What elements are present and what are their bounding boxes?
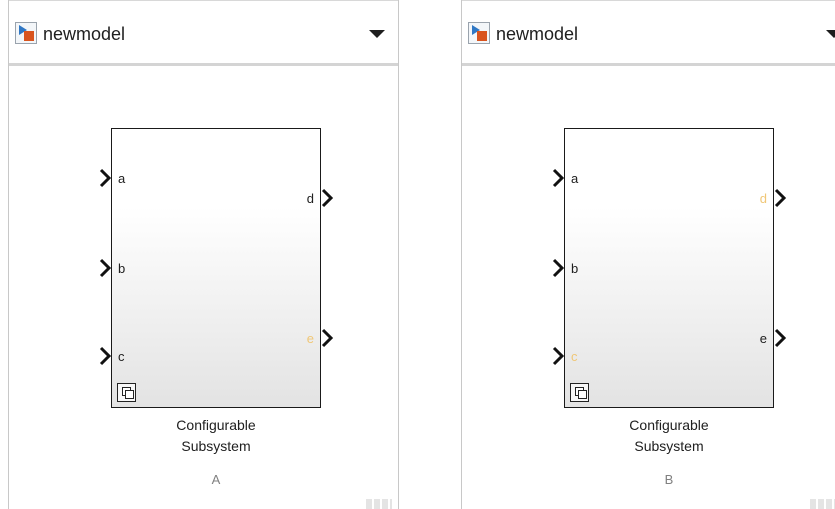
output-port-label: e	[306, 331, 314, 346]
input-port-label: a	[118, 171, 126, 186]
port-arrow-icon[interactable]	[552, 346, 566, 366]
model-breadcrumb-bar: newmodel	[9, 0, 398, 66]
port-arrow-icon[interactable]	[99, 258, 113, 278]
input-port-label: b	[571, 261, 579, 276]
chevron-down-icon[interactable]	[826, 30, 835, 38]
resize-grip-icon[interactable]	[366, 499, 392, 509]
model-icon[interactable]	[15, 22, 37, 44]
port-arrow-icon[interactable]	[552, 258, 566, 278]
model-name[interactable]: newmodel	[496, 24, 578, 44]
configurable-subsystem-block[interactable]: a b c d e	[111, 128, 321, 408]
input-port-label: c	[118, 349, 125, 364]
input-port-label: b	[118, 261, 126, 276]
chevron-down-icon[interactable]	[369, 30, 385, 38]
output-port-label: d	[306, 191, 314, 206]
port-arrow-icon[interactable]	[99, 346, 113, 366]
port-arrow-icon[interactable]	[99, 168, 113, 188]
model-icon[interactable]	[468, 22, 490, 44]
canvas-panel-b: newmodel a b c d e Configurable Subsyste…	[461, 0, 835, 509]
caption-line: Configurable	[629, 417, 709, 433]
block-caption: Configurable Subsystem	[79, 415, 353, 457]
caption-line: Subsystem	[634, 438, 704, 454]
configurable-subsystem-block[interactable]: a b c d e	[564, 128, 774, 408]
model-name[interactable]: newmodel	[43, 24, 125, 44]
port-arrow-icon[interactable]	[774, 328, 788, 348]
resize-grip-icon[interactable]	[810, 499, 835, 509]
subsystem-icon[interactable]	[117, 383, 136, 402]
output-port-label: d	[759, 191, 767, 206]
block-caption: Configurable Subsystem	[532, 415, 806, 457]
canvas-panel-a: newmodel a b c d e Configurable Subsyste…	[8, 0, 399, 509]
port-arrow-icon[interactable]	[774, 188, 788, 208]
variant-label: A	[211, 472, 221, 487]
port-arrow-icon[interactable]	[321, 188, 335, 208]
port-arrow-icon[interactable]	[552, 168, 566, 188]
caption-line: Subsystem	[181, 438, 251, 454]
input-port-label: c	[571, 349, 578, 364]
port-arrow-icon[interactable]	[321, 328, 335, 348]
caption-line: Configurable	[176, 417, 256, 433]
model-breadcrumb-bar: newmodel	[462, 0, 835, 66]
input-port-label: a	[571, 171, 579, 186]
variant-label: B	[664, 472, 674, 487]
subsystem-icon[interactable]	[570, 383, 589, 402]
output-port-label: e	[759, 331, 767, 346]
